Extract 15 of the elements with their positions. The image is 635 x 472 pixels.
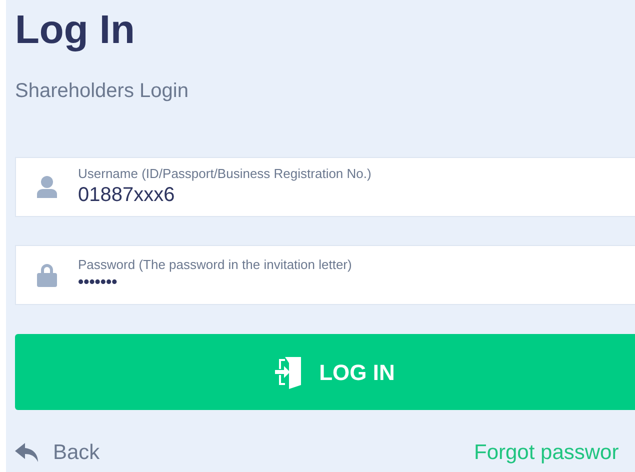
field-value: 01887xxx6 (78, 183, 175, 208)
user-icon (37, 176, 57, 198)
field-label: Password (The password in the invitation letter) (78, 256, 352, 274)
back-link[interactable]: Back (15, 437, 100, 469)
login-door-icon (275, 355, 304, 389)
login-button[interactable]: LOG IN (15, 334, 635, 410)
back-arrow-icon (15, 443, 39, 463)
page-subtitle: Shareholders Login (15, 79, 188, 104)
input-field[interactable]: Username (ID/Passport/Business Registration No.) 01887xxx6 (15, 157, 635, 217)
field-value: ••••••• (78, 273, 118, 294)
forgot-password-link[interactable]: Forgot passwor (474, 437, 619, 469)
lock-icon (37, 263, 57, 287)
input-field[interactable]: Password (The password in the invitation letter) ••••••• (15, 245, 635, 305)
field-label: Username (ID/Passport/Business Registration No.) (78, 166, 372, 182)
page-title: Log In (15, 7, 135, 50)
